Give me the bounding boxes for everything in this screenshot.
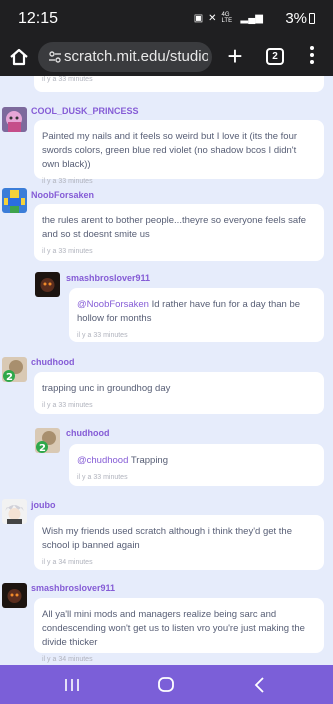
comment-time: il y a 33 minutes [42, 248, 93, 255]
comment-text: All ya'll mini mods and managers realize… [42, 609, 305, 648]
roblox-noob-avatar [2, 188, 27, 213]
comments-feed[interactable]: il y a 33 minutes COOL_DUSK_PRINCESS Pai… [0, 76, 333, 665]
battery-percent: 3% [285, 10, 307, 27]
reply-card: @NoobForsaken Id rather have fun for a d… [69, 288, 324, 342]
comment-username[interactable]: joubo [31, 500, 56, 510]
comment-time: il y a 33 minutes [42, 178, 93, 185]
status-time: 12:15 [18, 10, 59, 27]
avatar[interactable] [2, 107, 27, 132]
avatar[interactable] [2, 583, 27, 608]
comment-time: il y a 33 minutes [77, 474, 128, 481]
mention-link[interactable]: @NoobForsaken [77, 299, 149, 310]
status-icons: ▣ ✕ 4G LTE ▂▄▆ [194, 12, 263, 24]
mute-icon: ✕ [208, 12, 217, 24]
network-label: 4G LTE [221, 12, 233, 24]
notification-icon: ▣ [193, 12, 204, 24]
avatar[interactable]: 2 [35, 428, 60, 453]
comment-card: All ya'll mini mods and managers realize… [34, 598, 324, 663]
avatar[interactable] [2, 499, 27, 524]
url-text: scratch.mit.edu/studios/ [64, 48, 208, 65]
signal-icon: ▂▄▆ [240, 12, 263, 24]
comment-username[interactable]: smashbroslover911 [31, 583, 115, 593]
reply-text: @chudhood Trapping [77, 455, 169, 466]
battery-status: 3% [285, 10, 315, 27]
dark-creature-avatar [35, 272, 60, 297]
comment-card: the rules arent to bother people...theyr… [34, 204, 324, 261]
reply-card: @chudhood Trapping il y a 33 minutes [69, 444, 324, 486]
comment-username[interactable]: COOL_DUSK_PRINCESS [31, 106, 139, 116]
svg-text:2: 2 [6, 372, 13, 382]
comment-text: Wish my friends used scratch although i … [42, 526, 292, 551]
dark-creature-avatar [2, 583, 27, 608]
sackboy-avatar: 2 [35, 428, 60, 453]
comment-card: Painted my nails and it feels so weird b… [34, 120, 324, 185]
back-nav-icon[interactable] [230, 665, 290, 704]
comment-time: il y a 34 minutes [42, 656, 93, 663]
browser-toolbar: scratch.mit.edu/studios/ + 2 [0, 38, 333, 76]
status-bar: 12:15 ▣ ✕ 4G LTE ▂▄▆ 3% [0, 0, 333, 38]
mention-link[interactable]: @chudhood [77, 455, 128, 466]
comment-text: trapping unc in groundhog day [42, 383, 171, 394]
comment-time: il y a 33 minutes [77, 332, 128, 339]
comment-username[interactable]: NoobForsaken [31, 190, 94, 200]
reply-username[interactable]: chudhood [66, 428, 110, 438]
reply-username[interactable]: smashbroslover911 [66, 273, 150, 283]
new-tab-button[interactable]: + [224, 43, 246, 69]
svg-text:2: 2 [39, 443, 46, 453]
avatar[interactable] [2, 188, 27, 213]
comment-card: il y a 33 minutes [34, 76, 324, 92]
comment-time: il y a 33 minutes [42, 76, 93, 83]
avatar[interactable] [35, 272, 60, 297]
address-bar[interactable]: scratch.mit.edu/studios/ [38, 42, 212, 72]
home-nav-icon[interactable] [136, 665, 196, 704]
comment-time: il y a 34 minutes [42, 559, 93, 566]
sackboy-avatar: 2 [2, 357, 27, 382]
comment-text: the rules arent to bother people...theyr… [42, 215, 307, 240]
home-icon[interactable] [8, 46, 30, 68]
comment-card: trapping unc in groundhog day il y a 33 … [34, 372, 324, 414]
tab-switcher-button[interactable]: 2 [266, 48, 284, 65]
anime-boy-avatar [2, 499, 27, 524]
avatar[interactable]: 2 [2, 357, 27, 382]
recent-apps-icon[interactable] [42, 665, 102, 704]
comment-card: Wish my friends used scratch although i … [34, 515, 324, 570]
site-settings-icon[interactable] [48, 50, 62, 64]
comment-text: Painted my nails and it feels so weird b… [42, 131, 298, 170]
comment-time: il y a 33 minutes [42, 402, 93, 409]
pink-character-avatar [2, 107, 27, 132]
battery-icon [309, 13, 315, 24]
comment-username[interactable]: chudhood [31, 357, 75, 367]
reply-text: @NoobForsaken Id rather have fun for a d… [77, 299, 301, 324]
more-menu-icon[interactable] [307, 46, 317, 68]
android-nav-bar [0, 665, 333, 704]
